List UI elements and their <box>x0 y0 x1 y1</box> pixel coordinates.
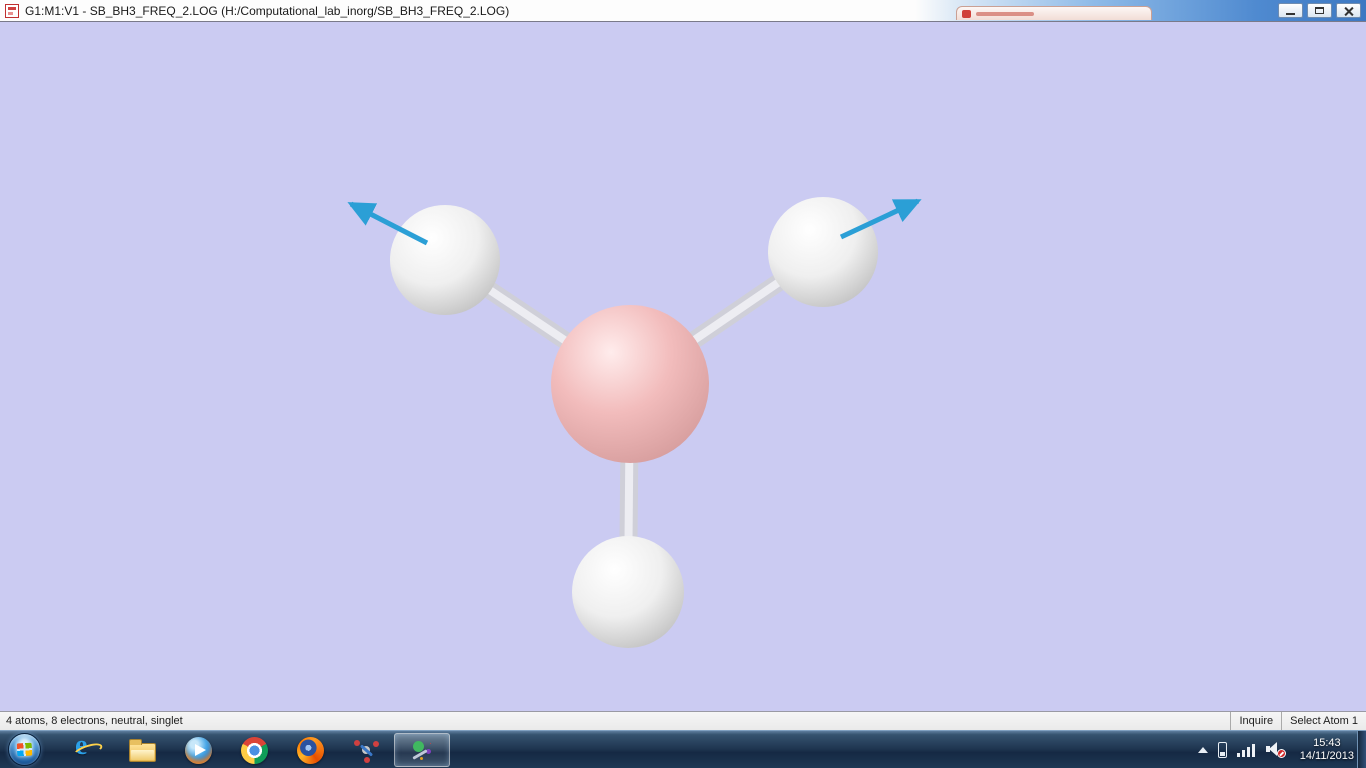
taskbar: 15:43 14/11/2013 <box>0 730 1366 768</box>
molecule-canvas[interactable] <box>0 22 1366 711</box>
model-viewport[interactable] <box>0 22 1366 711</box>
atom-sphere-H[interactable] <box>390 205 500 315</box>
atom-sphere-B[interactable] <box>551 305 709 463</box>
statusbar: 4 atoms, 8 electrons, neutral, singlet I… <box>0 711 1366 730</box>
close-button[interactable] <box>1336 3 1361 18</box>
show-hidden-icons-icon[interactable] <box>1197 746 1208 753</box>
maximize-button[interactable] <box>1307 3 1332 18</box>
gaussview-molecule-icon <box>353 737 379 763</box>
internet-explorer-icon <box>72 730 100 764</box>
media-player-icon <box>184 736 212 764</box>
chrome-icon <box>240 736 268 764</box>
app-icon[interactable] <box>5 4 19 18</box>
window-controls <box>1278 3 1361 18</box>
screen: G1:M1:V1 - SB_BH3_FREQ_2.LOG (H:/Computa… <box>0 0 1366 768</box>
background-window-fragment[interactable] <box>956 6 1152 20</box>
taskbar-item-media-player[interactable] <box>170 733 226 767</box>
taskbar-item-internet-explorer[interactable] <box>58 730 114 767</box>
status-right-segments: Inquire Select Atom 1 <box>1230 712 1366 730</box>
clock-time: 15:43 <box>1313 736 1341 749</box>
taskbar-item-windows-explorer[interactable] <box>114 733 170 767</box>
device-status-icon[interactable] <box>1217 741 1227 758</box>
volume-icon[interactable] <box>1265 742 1286 758</box>
window-title: G1:M1:V1 - SB_BH3_FREQ_2.LOG (H:/Computa… <box>25 4 510 18</box>
show-desktop-button[interactable] <box>1357 731 1366 768</box>
minimize-icon <box>1286 13 1295 15</box>
taskbar-icons <box>58 730 450 768</box>
windows-logo-icon <box>16 742 33 757</box>
taskbar-clock[interactable]: 15:43 14/11/2013 <box>1300 737 1354 763</box>
network-signal-icon[interactable] <box>1236 742 1256 757</box>
folder-icon <box>128 738 156 762</box>
maximize-icon <box>1315 7 1324 14</box>
gaussview-active-icon <box>409 737 435 763</box>
taskbar-item-chrome[interactable] <box>226 733 282 767</box>
volume-muted-badge <box>1276 749 1286 758</box>
atoms-layer <box>390 197 878 648</box>
taskbar-item-firefox[interactable] <box>282 733 338 767</box>
clock-date: 14/11/2013 <box>1299 749 1354 762</box>
minimize-button[interactable] <box>1278 3 1303 18</box>
atom-sphere-H[interactable] <box>572 536 684 648</box>
titlebar: G1:M1:V1 - SB_BH3_FREQ_2.LOG (H:/Computa… <box>0 0 1366 22</box>
close-icon <box>1344 6 1354 16</box>
atom-sphere-H[interactable] <box>768 197 878 307</box>
molecule-info-text: 4 atoms, 8 electrons, neutral, singlet <box>6 715 183 727</box>
firefox-icon <box>296 736 324 764</box>
taskbar-item-gaussview-active[interactable] <box>394 733 450 767</box>
select-atom-label: Select Atom 1 <box>1281 712 1366 730</box>
start-button[interactable] <box>8 733 41 766</box>
taskbar-item-gaussview-tool[interactable] <box>338 733 394 767</box>
system-tray: 15:43 14/11/2013 <box>1197 731 1354 768</box>
inquire-mode-label: Inquire <box>1230 712 1281 730</box>
